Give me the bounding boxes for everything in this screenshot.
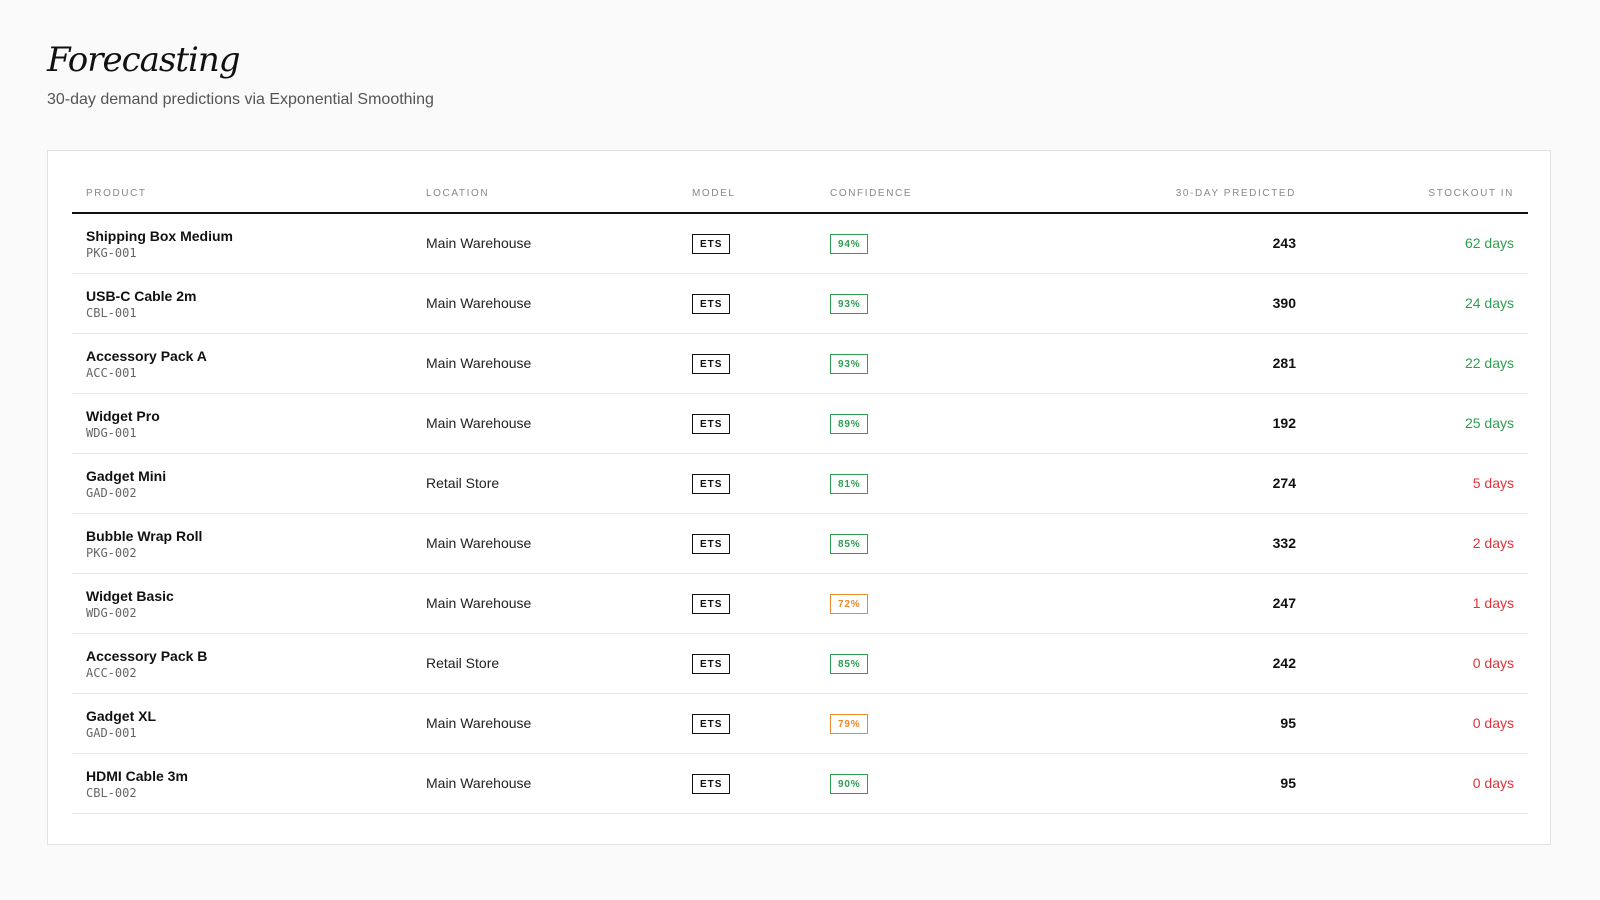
table-row[interactable]: Bubble Wrap Roll PKG-002 Main Warehouse … bbox=[72, 514, 1528, 574]
stockout-value: 22 days bbox=[1464, 355, 1514, 371]
product-sku: ACC-001 bbox=[86, 366, 137, 380]
product-sku: ACC-002 bbox=[86, 666, 137, 680]
predicted-value: 192 bbox=[1272, 415, 1296, 431]
table-row[interactable]: Gadget XL GAD-001 Main Warehouse ETS 79%… bbox=[72, 694, 1528, 754]
stockout-value: 2 days bbox=[1472, 535, 1514, 551]
confidence-badge: 81% bbox=[830, 474, 869, 494]
forecast-table: PRODUCT LOCATION MODEL CONFIDENCE 30-DAY… bbox=[72, 175, 1528, 814]
location-cell: Retail Store bbox=[426, 655, 500, 671]
product-name: Bubble Wrap Roll bbox=[86, 528, 203, 544]
page-subtitle: 30-day demand predictions via Exponentia… bbox=[47, 91, 434, 108]
table-body: Shipping Box Medium PKG-001 Main Warehou… bbox=[72, 214, 1528, 814]
product-name: Gadget XL bbox=[86, 708, 157, 724]
model-badge: ETS bbox=[692, 474, 731, 494]
table-row[interactable]: Shipping Box Medium PKG-001 Main Warehou… bbox=[72, 214, 1528, 274]
stockout-value: 0 days bbox=[1472, 655, 1514, 671]
predicted-value: 390 bbox=[1272, 295, 1296, 311]
confidence-badge: 93% bbox=[830, 294, 869, 314]
column-header-predicted[interactable]: 30-DAY PREDICTED bbox=[1176, 188, 1296, 199]
column-header-confidence[interactable]: CONFIDENCE bbox=[830, 188, 912, 199]
forecast-card: PRODUCT LOCATION MODEL CONFIDENCE 30-DAY… bbox=[47, 150, 1551, 845]
product-name: Accessory Pack B bbox=[86, 648, 208, 664]
product-sku: PKG-001 bbox=[86, 246, 137, 260]
model-badge: ETS bbox=[692, 234, 731, 254]
table-row[interactable]: Widget Basic WDG-002 Main Warehouse ETS … bbox=[72, 574, 1528, 634]
model-badge: ETS bbox=[692, 594, 731, 614]
location-cell: Retail Store bbox=[426, 475, 500, 491]
stockout-value: 0 days bbox=[1472, 715, 1514, 731]
confidence-badge: 89% bbox=[830, 414, 869, 434]
location-cell: Main Warehouse bbox=[426, 235, 532, 251]
forecasting-page: Forecasting 30-day demand predictions vi… bbox=[0, 0, 1600, 900]
product-sku: CBL-001 bbox=[86, 306, 137, 320]
column-header-location[interactable]: LOCATION bbox=[426, 188, 489, 199]
product-sku: PKG-002 bbox=[86, 546, 137, 560]
model-badge: ETS bbox=[692, 654, 731, 674]
table-row[interactable]: Widget Pro WDG-001 Main Warehouse ETS 89… bbox=[72, 394, 1528, 454]
predicted-value: 281 bbox=[1272, 355, 1296, 371]
confidence-badge: 72% bbox=[830, 594, 869, 614]
model-badge: ETS bbox=[692, 714, 731, 734]
product-name: Gadget Mini bbox=[86, 468, 167, 484]
product-sku: GAD-001 bbox=[86, 726, 137, 740]
column-header-model[interactable]: MODEL bbox=[692, 188, 736, 199]
location-cell: Main Warehouse bbox=[426, 775, 532, 791]
stockout-value: 5 days bbox=[1472, 475, 1514, 491]
confidence-badge: 94% bbox=[830, 234, 869, 254]
location-cell: Main Warehouse bbox=[426, 355, 532, 371]
table-row[interactable]: Accessory Pack A ACC-001 Main Warehouse … bbox=[72, 334, 1528, 394]
product-name: Widget Basic bbox=[86, 588, 174, 604]
confidence-badge: 85% bbox=[830, 534, 869, 554]
location-cell: Main Warehouse bbox=[426, 415, 532, 431]
confidence-badge: 79% bbox=[830, 714, 869, 734]
table-row[interactable]: Gadget Mini GAD-002 Retail Store ETS 81%… bbox=[72, 454, 1528, 514]
stockout-value: 0 days bbox=[1472, 775, 1514, 791]
product-name: HDMI Cable 3m bbox=[86, 768, 188, 784]
predicted-value: 243 bbox=[1272, 235, 1296, 251]
product-name: Accessory Pack A bbox=[86, 348, 207, 364]
product-sku: GAD-002 bbox=[86, 486, 137, 500]
predicted-value: 332 bbox=[1272, 535, 1296, 551]
model-badge: ETS bbox=[692, 534, 731, 554]
confidence-badge: 93% bbox=[830, 354, 869, 374]
predicted-value: 95 bbox=[1280, 715, 1296, 731]
stockout-value: 25 days bbox=[1464, 415, 1514, 431]
predicted-value: 274 bbox=[1272, 475, 1296, 491]
table-row[interactable]: HDMI Cable 3m CBL-002 Main Warehouse ETS… bbox=[72, 754, 1528, 814]
model-badge: ETS bbox=[692, 414, 731, 434]
product-name: Widget Pro bbox=[86, 408, 160, 424]
table-row[interactable]: USB-C Cable 2m CBL-001 Main Warehouse ET… bbox=[72, 274, 1528, 334]
predicted-value: 247 bbox=[1272, 595, 1296, 611]
location-cell: Main Warehouse bbox=[426, 295, 532, 311]
stockout-value: 24 days bbox=[1464, 295, 1514, 311]
model-badge: ETS bbox=[692, 354, 731, 374]
product-sku: WDG-001 bbox=[86, 426, 137, 440]
product-name: Shipping Box Medium bbox=[86, 228, 233, 244]
model-badge: ETS bbox=[692, 294, 731, 314]
product-sku: CBL-002 bbox=[86, 786, 137, 800]
column-header-product[interactable]: PRODUCT bbox=[86, 188, 147, 199]
stockout-value: 62 days bbox=[1464, 235, 1514, 251]
stockout-value: 1 days bbox=[1472, 595, 1514, 611]
product-sku: WDG-002 bbox=[86, 606, 137, 620]
confidence-badge: 85% bbox=[830, 654, 869, 674]
table-header: PRODUCT LOCATION MODEL CONFIDENCE 30-DAY… bbox=[72, 175, 1528, 214]
column-header-stockout[interactable]: STOCKOUT IN bbox=[1428, 188, 1514, 199]
table-row[interactable]: Accessory Pack B ACC-002 Retail Store ET… bbox=[72, 634, 1528, 694]
confidence-badge: 90% bbox=[830, 774, 869, 794]
predicted-value: 95 bbox=[1280, 775, 1296, 791]
model-badge: ETS bbox=[692, 774, 731, 794]
predicted-value: 242 bbox=[1272, 655, 1296, 671]
location-cell: Main Warehouse bbox=[426, 535, 532, 551]
product-name: USB-C Cable 2m bbox=[86, 288, 197, 304]
location-cell: Main Warehouse bbox=[426, 715, 532, 731]
page-title: Forecasting bbox=[47, 40, 241, 80]
location-cell: Main Warehouse bbox=[426, 595, 532, 611]
